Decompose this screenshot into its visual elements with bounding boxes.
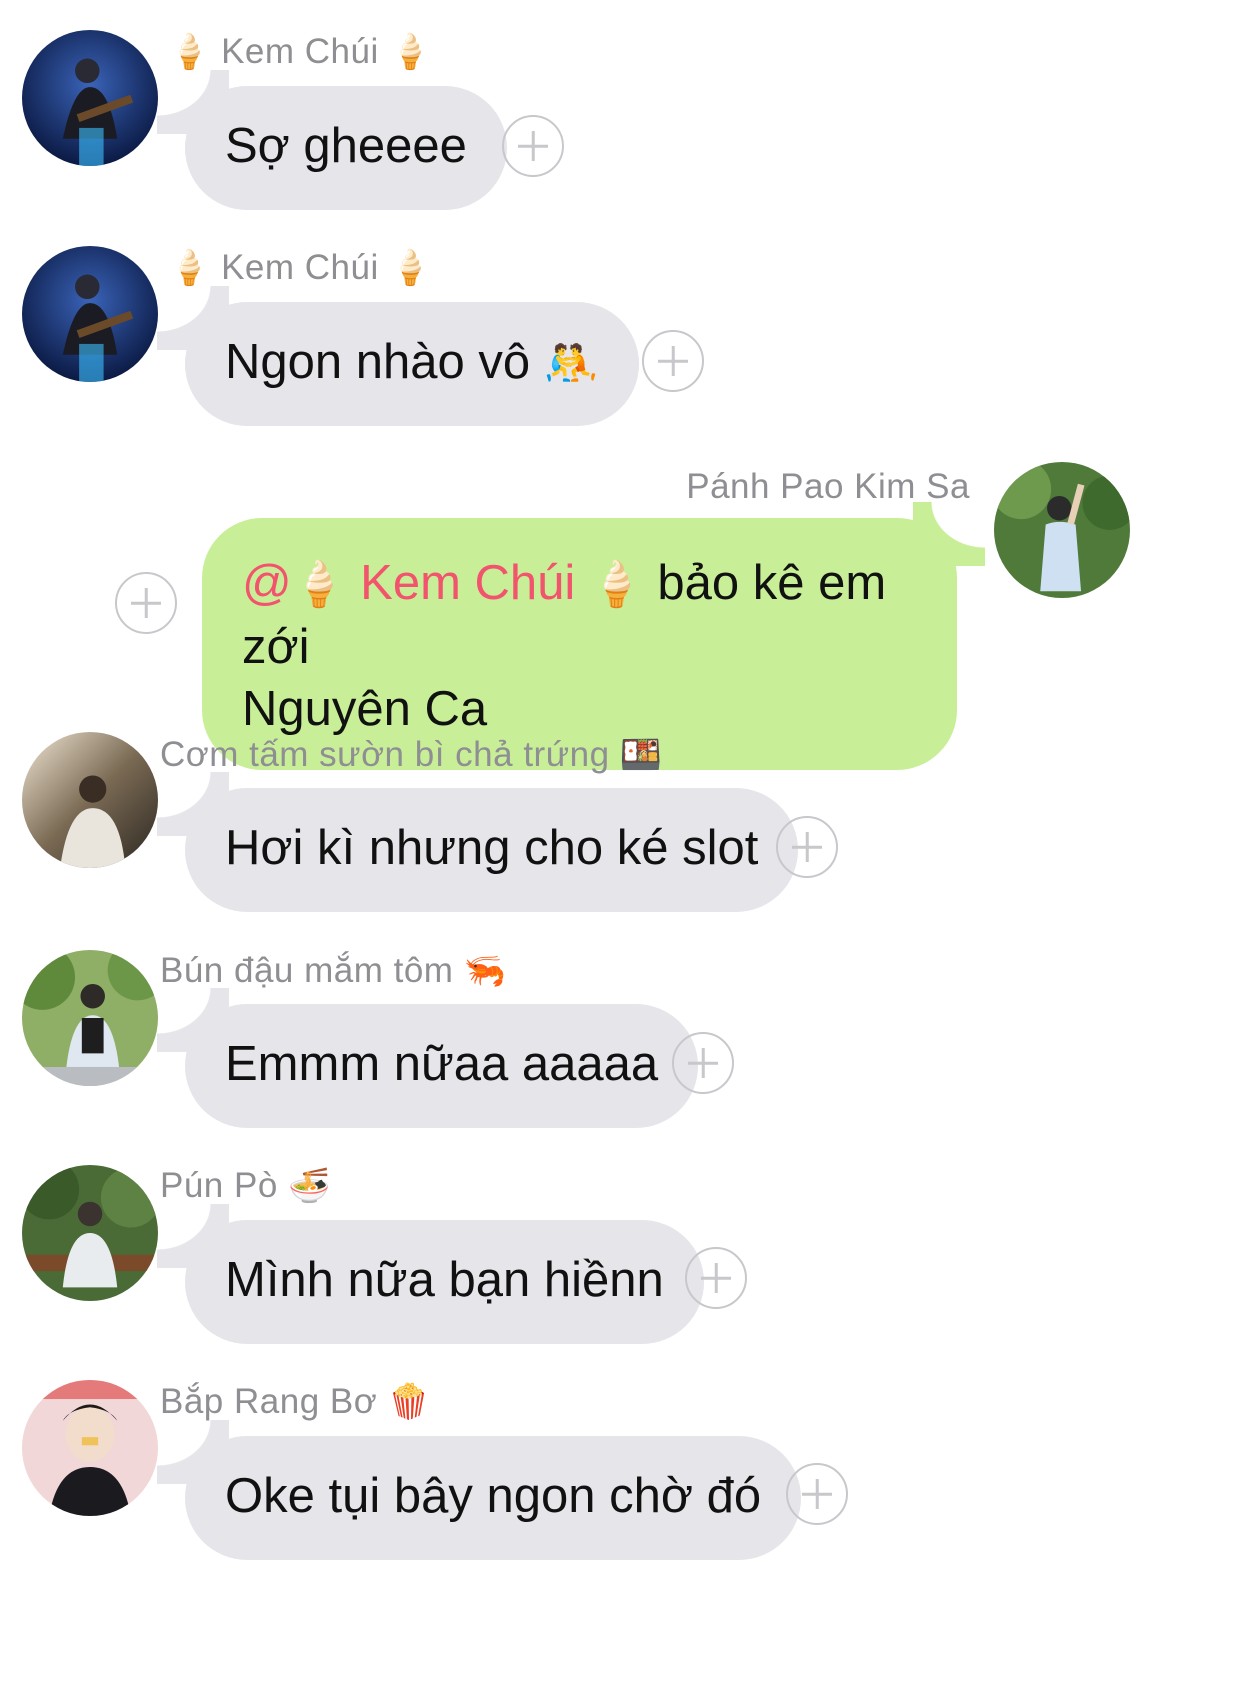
add-reaction-icon[interactable] xyxy=(776,816,838,878)
message-text: Emmm nữaa aaaaa xyxy=(225,1037,659,1091)
sender-name-text: Bún đậu mắm tôm xyxy=(160,951,454,990)
ice-cream-icon: 🍦 xyxy=(291,559,347,610)
add-reaction-icon[interactable] xyxy=(685,1247,747,1309)
mention-name: Kem Chúi xyxy=(360,556,576,610)
sender-avatar[interactable] xyxy=(22,30,158,166)
add-reaction-icon[interactable] xyxy=(115,572,177,634)
wrestlers-icon: 🤼 xyxy=(543,338,599,389)
sender-name-text: Kem Chúi xyxy=(221,248,379,287)
add-reaction-icon[interactable] xyxy=(672,1032,734,1094)
sender-avatar[interactable] xyxy=(22,1165,158,1301)
message-text: Hơi kì nhưng cho ké slot xyxy=(225,821,759,875)
sender-name: Cơm tấm sườn bì chả trứng 🍱 xyxy=(160,735,663,775)
ice-cream-icon: 🍦 xyxy=(168,32,211,72)
ice-cream-icon: 🍦 xyxy=(388,248,432,288)
message-bubble[interactable]: @🍦 Kem Chúi 🍦 bảo kê em zới Nguyên Ca xyxy=(202,502,985,770)
sender-name: Bún đậu mắm tôm 🦐 xyxy=(160,951,507,991)
ice-cream-icon: 🍦 xyxy=(388,32,432,72)
ice-cream-icon: 🍦 xyxy=(588,559,644,610)
sender-name: 🍦 Kem Chúi 🍦 xyxy=(168,32,432,72)
noodle-bowl-icon: 🍜 xyxy=(288,1166,331,1206)
ice-cream-icon: 🍦 xyxy=(168,248,211,288)
add-reaction-icon[interactable] xyxy=(642,330,704,392)
sender-name-text: Pánh Pao Kim Sa xyxy=(686,467,970,506)
sender-avatar[interactable] xyxy=(22,732,158,868)
shrimp-icon: 🦐 xyxy=(463,951,507,991)
message-bubble[interactable]: Sợ gheeee xyxy=(157,70,507,210)
mention-tag[interactable]: @🍦 Kem Chúi 🍦 xyxy=(242,556,644,610)
sender-name: Pún Pò 🍜 xyxy=(160,1166,331,1206)
popcorn-icon: 🍿 xyxy=(387,1382,431,1422)
message-text: Mình nữa bạn hiềnn xyxy=(225,1253,664,1307)
mention-at: @ xyxy=(242,556,292,610)
message-text: Sợ gheeee xyxy=(225,119,467,173)
bento-box-icon: 🍱 xyxy=(619,735,663,775)
sender-avatar[interactable] xyxy=(22,1380,158,1516)
sender-avatar[interactable] xyxy=(994,462,1130,598)
sender-name-text: Kem Chúi xyxy=(221,32,379,71)
message-text: Oke tụi bây ngon chờ đó xyxy=(225,1469,762,1523)
message-bubble[interactable]: Oke tụi bây ngon chờ đó xyxy=(156,1420,802,1560)
add-reaction-icon[interactable] xyxy=(786,1463,848,1525)
sender-name: 🍦 Kem Chúi 🍦 xyxy=(168,248,432,288)
sender-avatar[interactable] xyxy=(22,950,158,1086)
add-reaction-icon[interactable] xyxy=(502,115,564,177)
sender-name-text: Cơm tấm sườn bì chả trứng xyxy=(160,735,610,774)
message-bubble[interactable]: Mình nữa bạn hiềnn xyxy=(157,1204,704,1344)
message-bubble[interactable]: Emmm nữaa aaaaa xyxy=(156,988,699,1128)
sender-name: Pánh Pao Kim Sa xyxy=(686,467,970,507)
sender-name-text: Pún Pò xyxy=(160,1166,278,1205)
message-text: Nguyên Ca xyxy=(242,682,488,736)
message-bubble[interactable]: Ngon nhào vô 🤼 xyxy=(157,286,639,426)
sender-name: Bắp Rang Bơ 🍿 xyxy=(160,1382,430,1422)
sender-avatar[interactable] xyxy=(22,246,158,382)
message-text: Ngon nhào vô xyxy=(225,335,531,389)
sender-name-text: Bắp Rang Bơ xyxy=(160,1382,378,1421)
message-bubble[interactable]: Hơi kì nhưng cho ké slot xyxy=(156,772,799,912)
